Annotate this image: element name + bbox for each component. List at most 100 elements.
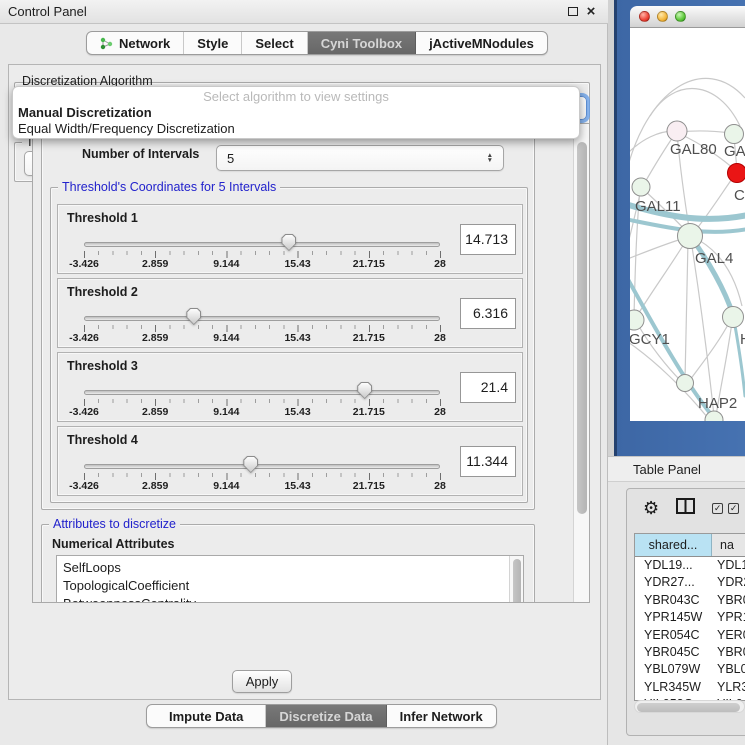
close-traffic-light-icon[interactable] xyxy=(639,11,650,22)
cell-shared-name[interactable]: YBL079W xyxy=(635,661,712,678)
network-edge[interactable] xyxy=(650,89,740,126)
tab-infer-network[interactable]: Infer Network xyxy=(387,705,496,727)
table-hscrollbar-thumb[interactable] xyxy=(637,703,740,712)
network-edge[interactable] xyxy=(680,131,730,133)
dropdown-item-manual-discretization[interactable]: Manual Discretization xyxy=(13,105,579,121)
network-node-label: GA xyxy=(724,143,745,160)
table-row[interactable]: YPR145WYPR1 xyxy=(635,609,745,626)
threshold-3-value-field[interactable]: 21.4 xyxy=(460,372,516,403)
cell-shared-name[interactable]: YBR043C xyxy=(635,592,712,609)
zoom-traffic-light-icon[interactable] xyxy=(675,11,686,22)
network-canvas[interactable]: GAL80GACGAL11GAL4GCY1HHAP2 xyxy=(630,28,745,421)
network-node[interactable] xyxy=(678,224,703,249)
number-of-intervals-combobox[interactable]: 5 ▲▼ xyxy=(216,145,504,171)
threshold-2-value-field[interactable]: 6.316 xyxy=(460,298,516,329)
list-scrollbar[interactable] xyxy=(509,556,523,603)
network-edge[interactable] xyxy=(694,176,734,232)
control-panel-titlebar: Control Panel × xyxy=(0,0,608,24)
cell-name[interactable]: YPR1 xyxy=(712,609,745,626)
cell-name[interactable]: YER0 xyxy=(712,627,745,644)
tick-label: 2.859 xyxy=(142,406,168,418)
tick-label: -3.426 xyxy=(69,332,99,344)
node-table: shared... na YDL19...YDL1YDR27...YDR2YBR… xyxy=(634,533,745,701)
split-columns-icon[interactable] xyxy=(676,498,695,519)
checkbox-icon[interactable]: ✓ xyxy=(728,503,739,514)
tab-jactivemnodules[interactable]: jActiveMNodules xyxy=(416,32,547,54)
network-node-label: GAL11 xyxy=(635,198,681,215)
cell-name[interactable]: YBR0 xyxy=(712,592,745,609)
column-header-name[interactable]: na xyxy=(712,534,745,556)
threshold-4-slider-track[interactable] xyxy=(84,464,440,469)
network-edge[interactable] xyxy=(637,239,687,316)
tab-impute-data[interactable]: Impute Data xyxy=(147,705,266,727)
float-window-icon[interactable] xyxy=(564,4,582,19)
list-scrollbar-thumb[interactable] xyxy=(513,559,521,603)
gear-icon[interactable]: ⚙ xyxy=(643,499,659,517)
threshold-2-slider-thumb[interactable] xyxy=(186,308,201,325)
table-row[interactable]: YDR27...YDR2 xyxy=(635,574,745,591)
table-header-row: shared... na xyxy=(635,534,745,557)
threshold-2-label: Threshold 2 xyxy=(67,285,138,299)
network-node[interactable] xyxy=(725,125,744,144)
cell-shared-name[interactable]: YDL19... xyxy=(635,557,712,574)
panel-scrollbar[interactable] xyxy=(573,124,589,602)
tab-cyni-toolbox[interactable]: Cyni Toolbox xyxy=(308,32,416,54)
checkbox-icon[interactable]: ✓ xyxy=(712,503,723,514)
table-row[interactable]: YDL19...YDL1 xyxy=(635,557,745,574)
threshold-3-slider-track[interactable] xyxy=(84,390,440,395)
cell-name[interactable]: YDL1 xyxy=(712,557,745,574)
threshold-4-slider-thumb[interactable] xyxy=(243,456,258,473)
slider-ticks xyxy=(84,325,441,332)
cell-shared-name[interactable]: YER054C xyxy=(635,627,712,644)
threshold-1-slider-thumb[interactable] xyxy=(281,234,296,251)
table-row[interactable]: YBL079WYBL0 xyxy=(635,661,745,678)
cell-name[interactable]: YBL0 xyxy=(712,661,745,678)
network-node-label: C xyxy=(734,187,745,204)
cell-shared-name[interactable]: YBR045C xyxy=(635,644,712,661)
table-row[interactable]: YBR043CYBR0 xyxy=(635,592,745,609)
attributes-group-title: Attributes to discretize xyxy=(49,517,180,532)
slider-tick-labels: -3.4262.8599.14415.4321.71528 xyxy=(84,258,440,270)
threshold-1-slider-track[interactable] xyxy=(84,242,440,247)
network-node[interactable] xyxy=(667,121,687,141)
network-node[interactable] xyxy=(677,375,694,392)
network-node[interactable] xyxy=(630,310,644,330)
threshold-2-slider-track[interactable] xyxy=(84,316,440,321)
tab-select[interactable]: Select xyxy=(242,32,307,54)
cell-shared-name[interactable]: YPR145W xyxy=(635,609,712,626)
network-node[interactable] xyxy=(728,164,745,183)
tab-discretize-data[interactable]: Discretize Data xyxy=(266,705,386,727)
network-edge[interactable] xyxy=(685,240,688,380)
cell-shared-name[interactable]: YLR345W xyxy=(635,679,712,696)
table-row[interactable]: YLR345WYLR3 xyxy=(635,679,745,696)
table-panel-title: Table Panel xyxy=(633,462,701,477)
threshold-4-value-field[interactable]: 11.344 xyxy=(460,446,516,477)
attribute-list-item[interactable]: SelfLoops xyxy=(63,559,523,577)
close-icon[interactable]: × xyxy=(582,3,600,20)
cell-name[interactable]: YLR3 xyxy=(712,679,745,696)
network-edge[interactable] xyxy=(630,238,685,260)
tab-style[interactable]: Style xyxy=(184,32,242,54)
minimize-traffic-light-icon[interactable] xyxy=(657,11,668,22)
threshold-3-slider-thumb[interactable] xyxy=(357,382,372,399)
attribute-list-item[interactable]: TopologicalCoefficient xyxy=(63,577,523,595)
table-row[interactable]: YBR045CYBR0 xyxy=(635,644,745,661)
table-horizontal-scrollbar[interactable] xyxy=(634,700,745,713)
cell-name[interactable]: YBR0 xyxy=(712,644,745,661)
dropdown-item-equal-width-frequency[interactable]: Equal Width/Frequency Discretization xyxy=(13,121,579,137)
column-header-shared-name[interactable]: shared... xyxy=(635,534,712,556)
network-node-label: GCY1 xyxy=(630,331,670,348)
cell-shared-name[interactable]: YDR27... xyxy=(635,574,712,591)
tick-label: 2.859 xyxy=(142,480,168,492)
threshold-1-value-field[interactable]: 14.713 xyxy=(460,224,516,255)
tick-label: 9.144 xyxy=(213,480,239,492)
apply-button[interactable]: Apply xyxy=(232,670,292,693)
network-node[interactable] xyxy=(632,178,650,196)
network-window-titlebar[interactable] xyxy=(630,6,745,28)
tab-network[interactable]: Network xyxy=(87,32,184,54)
cell-name[interactable]: YDR2 xyxy=(712,574,745,591)
attribute-list-item[interactable]: BetweennessCentrality xyxy=(63,595,523,603)
panel-scrollbar-thumb[interactable] xyxy=(577,142,587,514)
table-row[interactable]: YER054CYER0 xyxy=(635,627,745,644)
network-node[interactable] xyxy=(723,307,744,328)
